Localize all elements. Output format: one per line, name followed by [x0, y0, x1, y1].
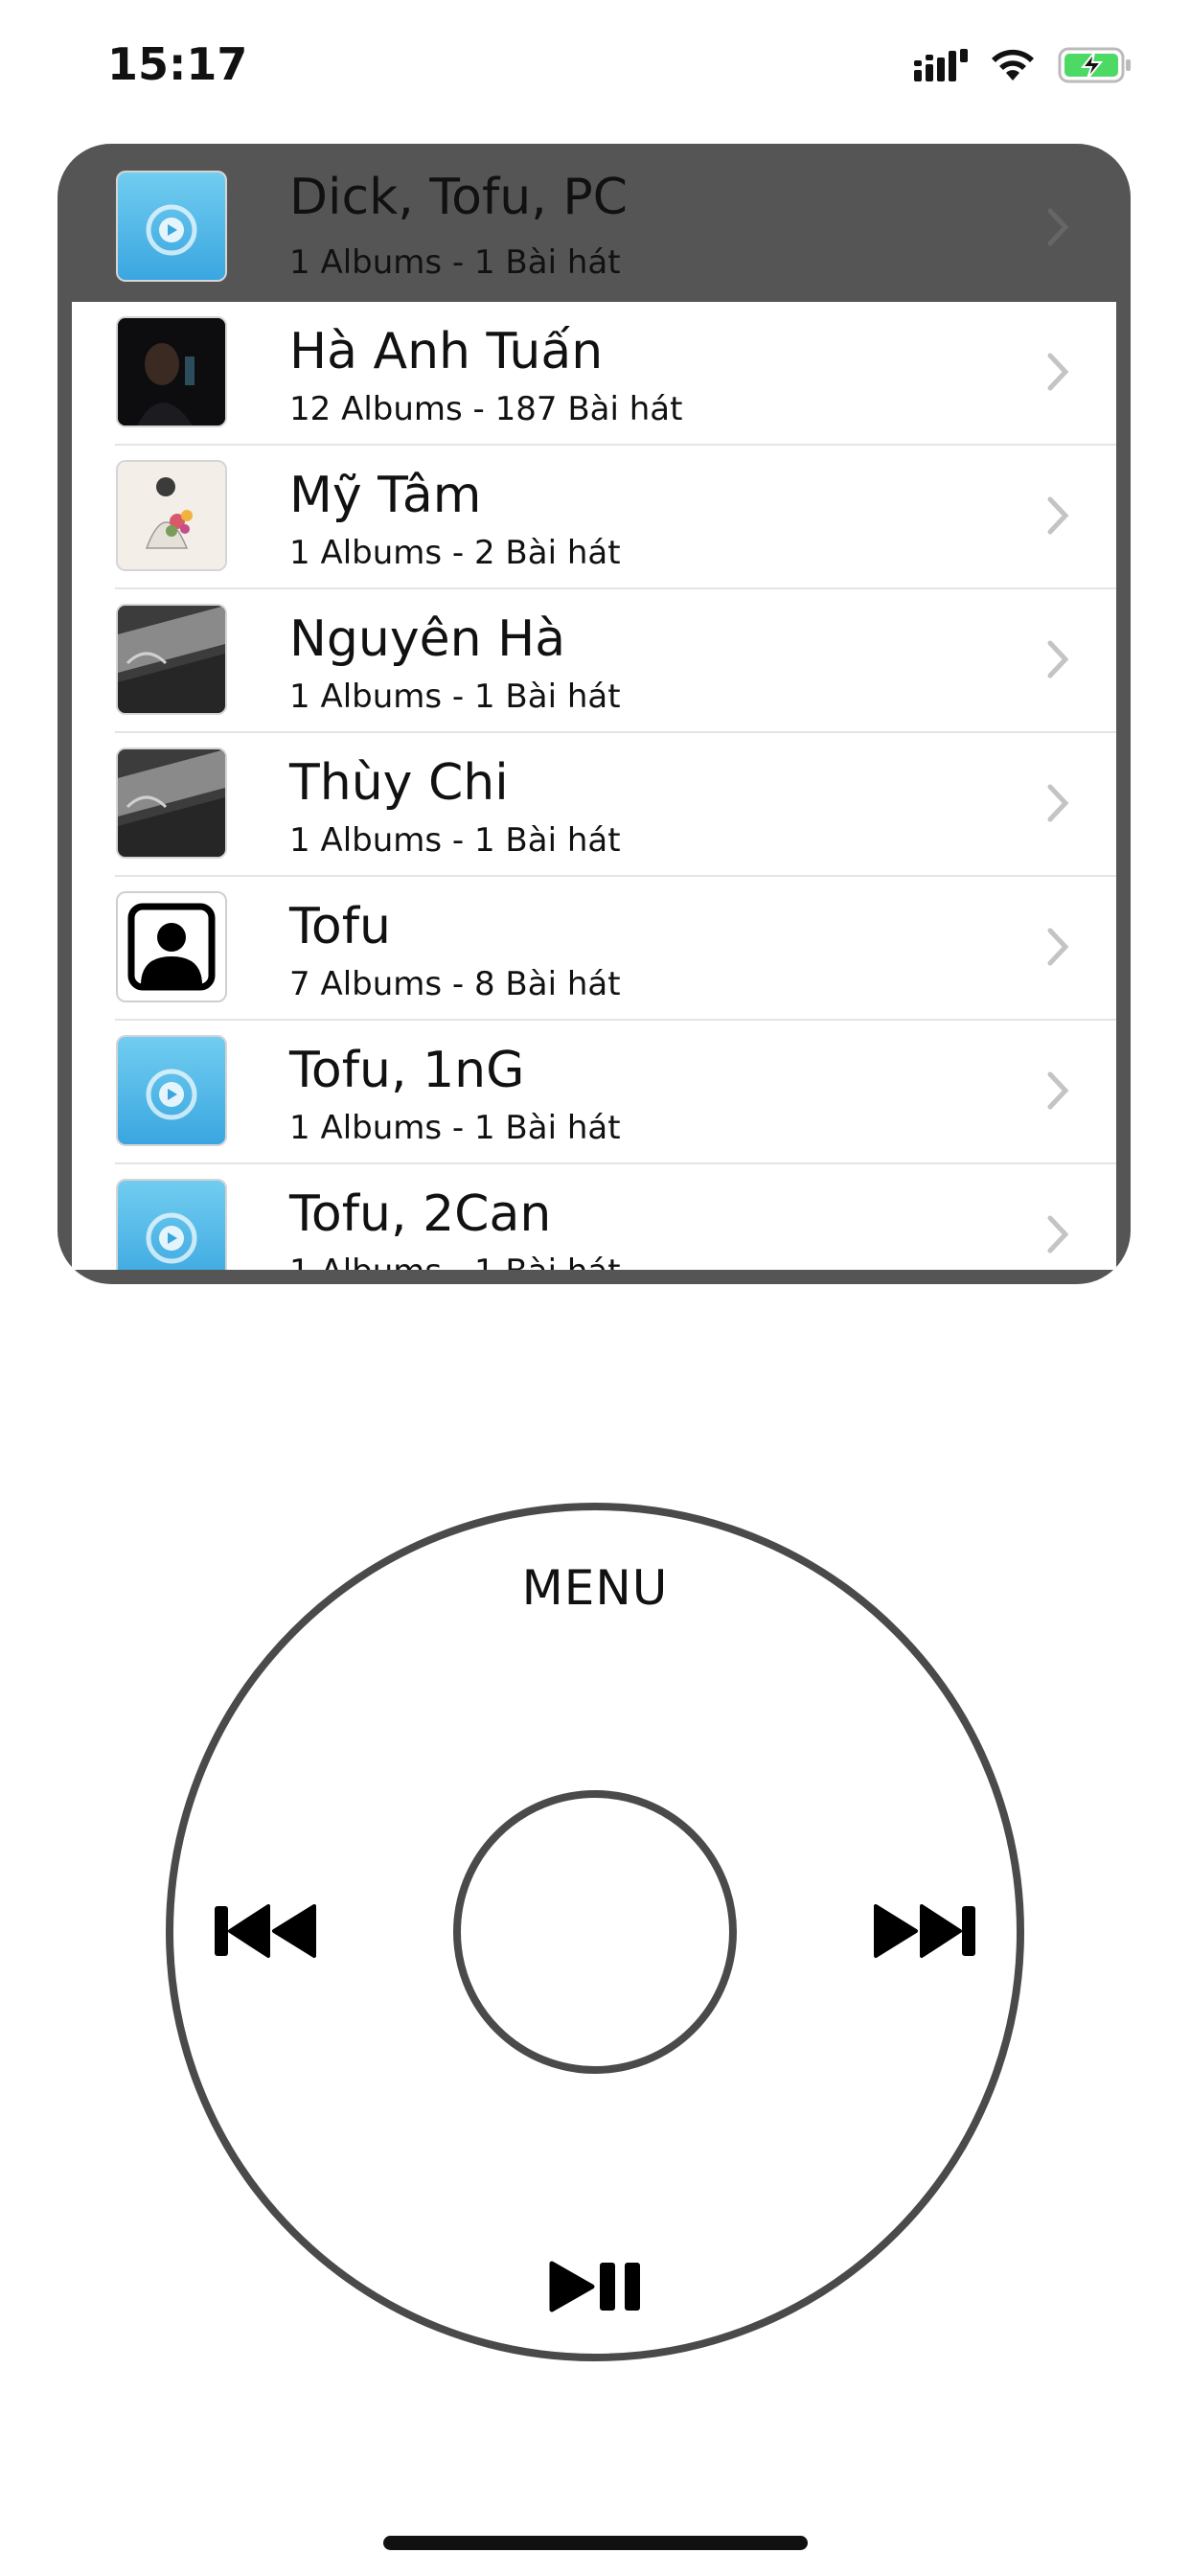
artist-name: Tofu, 2Can — [289, 1185, 552, 1243]
artist-row[interactable]: Thùy Chi 1 Albums - 1 Bài hát — [72, 733, 1116, 877]
artist-stats: 1 Albums - 1 Bài hát — [289, 1109, 621, 1147]
artist-name: Thùy Chi — [289, 754, 509, 812]
artist-photo — [116, 316, 227, 427]
album-cover-romance — [116, 460, 227, 571]
home-indicator[interactable] — [383, 2536, 808, 2550]
music-note-icon — [116, 1179, 227, 1270]
status-icons — [914, 46, 1133, 84]
artist-list[interactable]: Dick, Tofu, PC 1 Albums - 1 Bài hát Hà A… — [72, 144, 1116, 1270]
skip-previous-icon — [215, 1904, 316, 1958]
artist-name: Hà Anh Tuấn — [289, 323, 604, 380]
artist-stats: 1 Albums - 1 Bài hát — [289, 821, 621, 860]
artist-stats: 1 Albums - 2 Bài hát — [289, 534, 621, 572]
artist-name: Dick, Tofu, PC — [289, 169, 628, 226]
signal-icon — [914, 49, 968, 81]
display-frame: Dick, Tofu, PC 1 Albums - 1 Bài hát Hà A… — [57, 144, 1131, 1284]
artist-name: Tofu, 1nG — [289, 1042, 525, 1099]
skip-next-button[interactable] — [870, 1902, 977, 1960]
artist-stats: 1 Albums - 1 Bài hát — [289, 678, 621, 716]
artist-name: Nguyên Hà — [289, 610, 566, 668]
ipod-player-screen: 15:17 Dick, Tofu, PC 1 Albums - 1 Bài há… — [0, 0, 1190, 2576]
artist-row[interactable]: Nguyên Hà 1 Albums - 1 Bài hát — [72, 589, 1116, 733]
menu-button[interactable]: MENU — [499, 1560, 691, 1627]
artist-stats: 1 Albums - 1 Bài hát — [289, 1253, 621, 1270]
person-placeholder-icon — [116, 891, 227, 1002]
skip-previous-button[interactable] — [213, 1902, 320, 1960]
artist-name: Tofu — [289, 898, 392, 955]
chevron-right-icon — [1047, 1071, 1069, 1110]
artist-photo-bw — [116, 604, 227, 715]
artist-row[interactable]: Tofu 7 Albums - 8 Bài hát — [72, 877, 1116, 1021]
artist-name: Mỹ Tâm — [289, 467, 482, 524]
center-select-button[interactable] — [453, 1790, 737, 2074]
chevron-right-icon — [1047, 353, 1069, 391]
artist-row[interactable]: Tofu, 2Can 1 Albums - 1 Bài hát — [72, 1164, 1116, 1270]
play-pause-icon — [549, 2261, 640, 2312]
artist-stats: 7 Albums - 8 Bài hát — [289, 965, 621, 1003]
chevron-right-icon — [1047, 928, 1069, 966]
battery-charging-icon — [1058, 47, 1133, 83]
artist-stats: 12 Albums - 187 Bài hát — [289, 390, 683, 428]
play-pause-button[interactable] — [548, 2260, 644, 2313]
artist-photo-bw — [116, 748, 227, 859]
chevron-right-icon — [1047, 208, 1069, 246]
music-note-icon — [116, 171, 227, 282]
chevron-right-icon — [1047, 1215, 1069, 1254]
status-time: 15:17 — [107, 38, 248, 90]
artist-row[interactable]: Tofu, 1nG 1 Albums - 1 Bài hát — [72, 1021, 1116, 1164]
artist-row[interactable]: Mỹ Tâm 1 Albums - 2 Bài hát — [72, 446, 1116, 589]
status-bar: 15:17 — [0, 0, 1190, 134]
chevron-right-icon — [1047, 496, 1069, 535]
artist-row[interactable]: Hà Anh Tuấn 12 Albums - 187 Bài hát — [72, 302, 1116, 446]
chevron-right-icon — [1047, 784, 1069, 822]
music-note-icon — [116, 1035, 227, 1146]
artist-row-selected[interactable]: Dick, Tofu, PC 1 Albums - 1 Bài hát — [72, 144, 1116, 302]
wifi-icon — [989, 48, 1037, 82]
chevron-right-icon — [1047, 640, 1069, 678]
skip-next-icon — [874, 1904, 975, 1958]
artist-stats: 1 Albums - 1 Bài hát — [289, 243, 621, 282]
